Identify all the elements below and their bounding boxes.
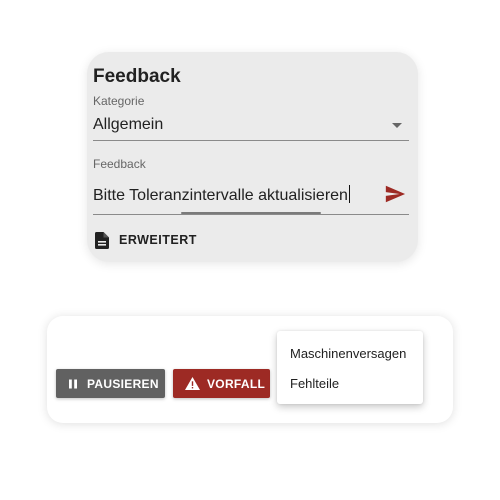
advanced-button[interactable]: ERWEITERT xyxy=(95,230,197,250)
send-icon xyxy=(385,185,406,203)
feedback-input[interactable]: Bitte Toleranzintervalle aktualisieren xyxy=(93,174,409,215)
text-cursor xyxy=(348,185,350,203)
category-select[interactable]: Allgemein xyxy=(93,110,409,141)
send-button[interactable] xyxy=(381,182,409,206)
category-label: Kategorie xyxy=(93,94,145,108)
document-icon xyxy=(95,231,109,249)
pause-label: PAUSIEREN xyxy=(87,376,159,391)
category-value: Allgemein xyxy=(93,116,164,133)
feedback-title: Feedback xyxy=(93,66,181,87)
pause-icon xyxy=(69,379,77,388)
warning-icon xyxy=(185,377,200,390)
pause-button[interactable]: PAUSIEREN xyxy=(56,369,165,398)
feedback-card: Feedback Kategorie Allgemein Feedback Bi… xyxy=(87,52,418,262)
incident-button[interactable]: VORFALL xyxy=(173,369,270,398)
feedback-text: Bitte Toleranzintervalle aktualisieren xyxy=(93,187,348,204)
feedback-label: Feedback xyxy=(93,157,146,171)
chevron-down-icon xyxy=(392,123,402,128)
menu-item-missing-parts[interactable]: Fehlteile xyxy=(290,376,339,391)
input-scroll-thumb[interactable] xyxy=(181,212,321,214)
menu-item-machine-failure[interactable]: Maschinenversagen xyxy=(290,346,406,361)
incident-menu: Maschinenversagen Fehlteile xyxy=(277,331,423,404)
actions-card: PAUSIEREN VORFALL Maschinenversagen Fehl… xyxy=(47,316,453,423)
incident-label: VORFALL xyxy=(207,376,266,391)
advanced-label: ERWEITERT xyxy=(119,233,197,247)
feedback-text-wrapper: Bitte Toleranzintervalle aktualisieren xyxy=(93,185,350,205)
